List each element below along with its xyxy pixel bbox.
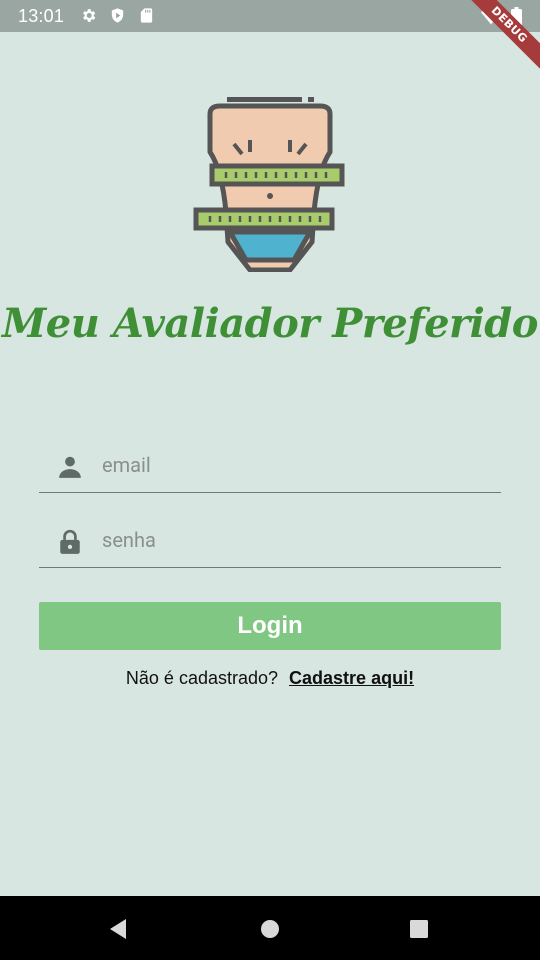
status-time: 13:01: [18, 6, 65, 26]
shield-icon: [111, 8, 124, 23]
app-title: Meu Avaliador Preferido: [2, 300, 538, 347]
battery-icon: [511, 6, 522, 26]
email-input[interactable]: [102, 445, 482, 485]
settings-icon: [83, 9, 96, 22]
status-right-icons: [481, 6, 522, 26]
email-field: [39, 437, 501, 493]
person-icon: [59, 456, 81, 478]
back-icon[interactable]: [104, 914, 134, 944]
recents-icon[interactable]: [404, 914, 434, 944]
signup-link[interactable]: Cadastre aqui!: [289, 668, 414, 688]
home-icon[interactable]: [255, 914, 285, 944]
signup-row: Não é cadastrado? Cadastre aqui!: [0, 668, 540, 689]
password-field: [39, 512, 501, 568]
password-input[interactable]: [102, 520, 482, 560]
lock-icon: [60, 529, 80, 554]
signup-prompt: Não é cadastrado?: [125, 668, 279, 688]
login-button[interactable]: Login: [39, 602, 501, 650]
wifi-icon: [481, 8, 501, 25]
sd-card-icon: [140, 8, 153, 23]
app-logo: [193, 97, 345, 272]
system-nav-bar: [0, 896, 540, 960]
status-bar: 13:01: [0, 0, 540, 32]
